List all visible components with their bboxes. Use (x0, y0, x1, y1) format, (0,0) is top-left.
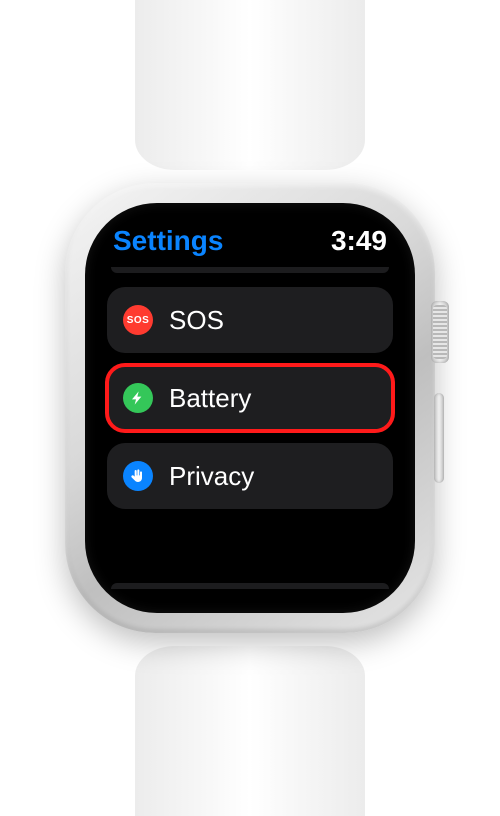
side-button[interactable] (434, 393, 444, 483)
list-bottom-edge (111, 583, 389, 589)
list-top-edge (111, 267, 389, 273)
settings-list[interactable]: SOS SOS Battery Privacy (107, 287, 393, 509)
digital-crown[interactable] (431, 301, 449, 363)
settings-row-label: Battery (169, 383, 251, 414)
bolt-icon (123, 383, 153, 413)
sos-icon: SOS (123, 305, 153, 335)
settings-row-label: SOS (169, 305, 224, 336)
watch-band-bottom (135, 646, 365, 816)
settings-row-privacy[interactable]: Privacy (107, 443, 393, 509)
hand-icon (123, 461, 153, 491)
settings-row-sos[interactable]: SOS SOS (107, 287, 393, 353)
watch-band-top (135, 0, 365, 170)
watch-case: Settings 3:49 SOS SOS Battery Privacy (65, 183, 435, 633)
settings-row-battery[interactable]: Battery (107, 365, 393, 431)
back-title-settings[interactable]: Settings (113, 225, 223, 257)
settings-row-label: Privacy (169, 461, 254, 492)
status-time: 3:49 (331, 225, 387, 257)
watch-screen: Settings 3:49 SOS SOS Battery Privacy (85, 203, 415, 613)
status-bar: Settings 3:49 (107, 225, 393, 261)
